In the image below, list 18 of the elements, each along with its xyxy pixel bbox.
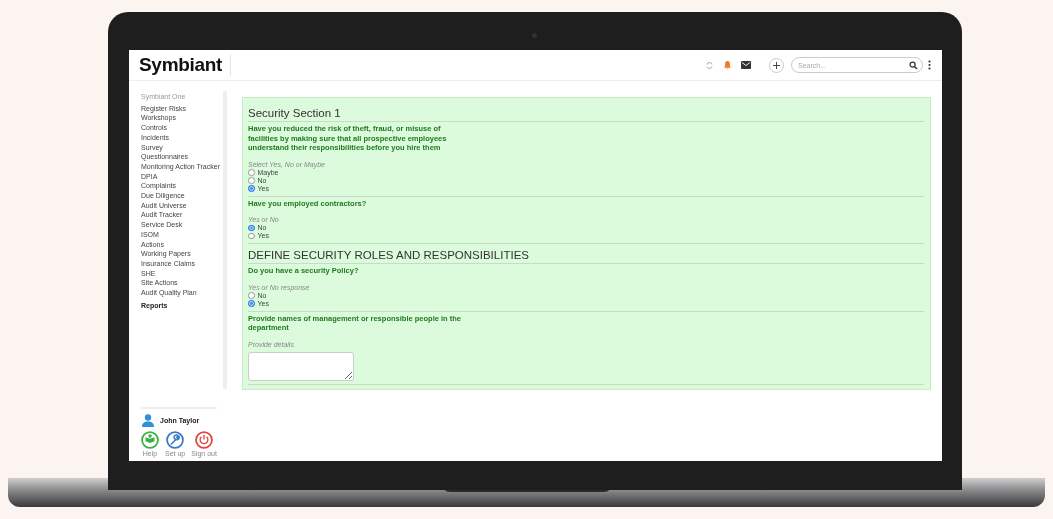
bell-icon[interactable] bbox=[723, 60, 732, 70]
add-button[interactable] bbox=[769, 57, 784, 73]
radio-button[interactable] bbox=[248, 292, 255, 299]
radio-button[interactable] bbox=[248, 169, 255, 176]
details-field[interactable] bbox=[248, 351, 354, 381]
plus-icon bbox=[773, 61, 780, 69]
section-title: DEFINE SECURITY ROLES AND RESPONSIBILITIES bbox=[248, 248, 924, 264]
radio-button[interactable] bbox=[248, 185, 255, 192]
radio-button[interactable] bbox=[248, 177, 255, 184]
user-avatar-icon bbox=[141, 413, 155, 427]
sync-icon[interactable] bbox=[705, 60, 714, 70]
mail-icon[interactable] bbox=[741, 61, 751, 69]
app-logo: Symbiant bbox=[139, 54, 232, 76]
radio-button[interactable] bbox=[248, 300, 255, 307]
section-title: Security Section 1 bbox=[248, 106, 924, 122]
radio-button[interactable] bbox=[248, 232, 255, 240]
more-options-icon[interactable] bbox=[928, 60, 931, 70]
radio-button[interactable] bbox=[248, 224, 255, 232]
